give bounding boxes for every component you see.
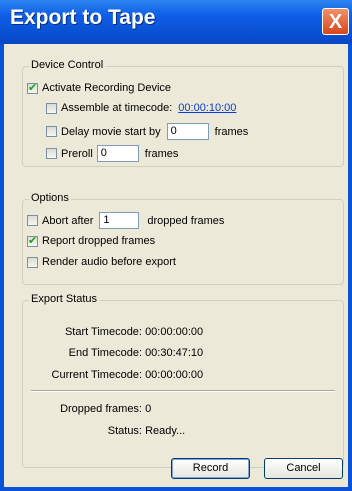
export-status-group: Export Status Start Timecode: 00:00:00:0… <box>22 293 344 468</box>
delay-unit: frames <box>214 125 249 138</box>
current-timecode-row: Current Timecode: 00:00:00:00 <box>23 369 204 381</box>
abort-row[interactable]: Abort after 1 dropped frames <box>27 212 224 229</box>
preroll-unit: frames <box>144 147 179 160</box>
preroll-row[interactable]: Preroll 0 frames <box>46 145 178 162</box>
activate-recording-checkbox[interactable] <box>27 81 38 94</box>
abort-input[interactable]: 1 <box>99 212 140 229</box>
delay-input[interactable]: 0 <box>166 123 209 140</box>
activate-recording-label: Activate Recording Device <box>42 82 172 94</box>
status-label: Status: <box>107 425 142 437</box>
render-audio-label: Render audio before export <box>42 256 176 268</box>
status-row: Status: Ready... <box>23 425 185 437</box>
cancel-button[interactable]: Cancel <box>264 458 343 479</box>
delay-checkbox[interactable] <box>46 126 57 137</box>
options-label: Options <box>29 192 71 204</box>
assemble-timecode-link[interactable]: 00:00:10:00 <box>178 102 236 114</box>
current-timecode-value: 00:00:00:00 <box>145 369 204 381</box>
abort-label: Abort after <box>42 214 94 227</box>
dialog-client: Device Control Activate Recording Device… <box>4 44 348 487</box>
abort-unit: dropped frames <box>147 214 225 227</box>
device-control-group: Device Control Activate Recording Device… <box>22 59 344 167</box>
status-divider <box>31 390 335 392</box>
report-dropped-checkbox[interactable] <box>27 234 38 247</box>
report-dropped-label: Report dropped frames <box>42 235 156 247</box>
current-timecode-label: Current Timecode: <box>51 369 142 381</box>
end-timecode-row: End Timecode: 00:30:47:10 <box>23 347 204 359</box>
close-button[interactable]: X <box>322 8 349 35</box>
end-timecode-value: 00:30:47:10 <box>145 347 204 359</box>
start-timecode-value: 00:00:00:00 <box>145 326 204 338</box>
assemble-label: Assemble at timecode: <box>61 102 173 114</box>
options-group: Options Abort after 1 dropped frames Rep… <box>22 192 344 285</box>
status-value: Ready... <box>145 425 186 437</box>
export-to-tape-window: Export to Tape X Device Control Activate… <box>0 0 352 491</box>
report-dropped-row[interactable]: Report dropped frames <box>27 234 156 247</box>
dropped-frames-row: Dropped frames: 0 <box>23 403 151 415</box>
window-title: Export to Tape <box>10 6 156 29</box>
preroll-checkbox[interactable] <box>46 148 57 159</box>
preroll-input[interactable]: 0 <box>96 145 139 162</box>
render-audio-row[interactable]: Render audio before export <box>27 256 176 268</box>
export-status-label: Export Status <box>29 293 100 305</box>
abort-checkbox[interactable] <box>27 215 38 226</box>
delay-label: Delay movie start by <box>61 125 161 138</box>
device-control-label: Device Control <box>29 59 106 71</box>
end-timecode-label: End Timecode: <box>68 347 142 359</box>
render-audio-checkbox[interactable] <box>27 256 38 268</box>
delay-row[interactable]: Delay movie start by 0 frames <box>46 123 248 140</box>
start-timecode-label: Start Timecode: <box>64 326 142 338</box>
start-timecode-row: Start Timecode: 00:00:00:00 <box>23 326 203 338</box>
dropped-frames-label: Dropped frames: <box>60 403 142 415</box>
dropped-frames-value: 0 <box>145 403 152 415</box>
preroll-label: Preroll <box>61 147 93 160</box>
record-button[interactable]: Record <box>171 458 250 479</box>
assemble-checkbox[interactable] <box>46 102 57 114</box>
activate-recording-row[interactable]: Activate Recording Device <box>27 81 172 94</box>
title-bar[interactable]: Export to Tape X <box>0 0 352 44</box>
assemble-row[interactable]: Assemble at timecode: 00:00:10:00 <box>46 102 236 114</box>
